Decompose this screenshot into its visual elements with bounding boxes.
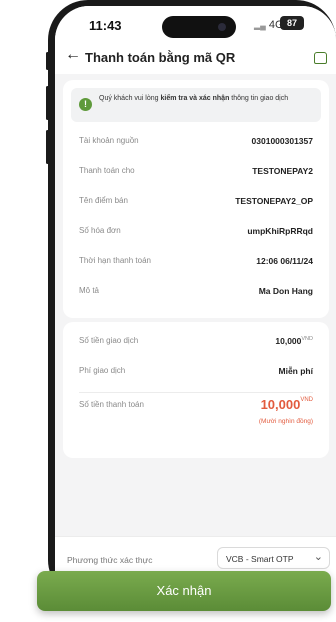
notice-banner: ! Quý khách vui lòng kiểm tra và xác nhậ… [71, 88, 321, 122]
navigation-bar: ← Thanh toán bằng mã QR [55, 42, 336, 74]
detail-row-description: Mô tả Ma Don Hang [79, 286, 313, 300]
page-title: Thanh toán bằng mã QR [85, 50, 236, 65]
detail-row-deadline: Thời hạn thanh toán 12:06 06/11/24 [79, 256, 313, 270]
camera-icon [218, 23, 226, 31]
detail-value: 0301000301357 [251, 136, 313, 146]
detail-label: Tên điểm bán [79, 196, 128, 205]
arrow-left-icon[interactable]: ← [65, 46, 81, 64]
detail-row-payee: Thanh toán cho TESTONEPAY2 [79, 166, 313, 180]
status-bar: 11:43 ▂▄ 4G 87 [55, 6, 336, 42]
battery-icon: 87 [280, 16, 304, 30]
amount-label: Số tiền giao dịch [79, 336, 139, 345]
detail-label: Tài khoản nguồn [79, 136, 139, 145]
detail-label: Thanh toán cho [79, 166, 135, 175]
detail-label: Số hóa đơn [79, 226, 121, 235]
transaction-details-card: ! Quý khách vui lòng kiểm tra và xác nhậ… [63, 80, 329, 318]
total-in-words: (Mười nghìn đồng) [258, 418, 313, 425]
phone-screen: 11:43 ▂▄ 4G 87 ← Thanh toán bằng mã QR !… [55, 6, 336, 598]
home-icon[interactable] [314, 52, 327, 64]
confirm-button[interactable]: Xác nhận [37, 571, 331, 611]
divider [79, 392, 313, 393]
amount-row-transaction: Số tiền giao dịch 10,000VND [79, 336, 313, 350]
auth-method-value: VCB - Smart OTP [226, 554, 294, 564]
fee-label: Phí giao dịch [79, 366, 126, 375]
screenshot-stage: 11:43 ▂▄ 4G 87 ← Thanh toán bằng mã QR !… [0, 0, 336, 622]
detail-row-invoice: Số hóa đơn umpKhiRpRRqd [79, 226, 313, 240]
signal-bars-icon: ▂▄ [254, 21, 266, 30]
amount-row-total: Số tiền thanh toán 10,000VND (Mười nghìn… [79, 397, 313, 440]
detail-row-source-account: Tài khoản nguồn 0301000301357 [79, 136, 313, 150]
detail-value: Ma Don Hang [258, 286, 313, 296]
amount-value: 10,000VND [275, 336, 313, 346]
fee-value: Miễn phí [278, 366, 313, 376]
detail-label: Mô tả [79, 286, 100, 295]
auth-method-select[interactable]: VCB - Smart OTP ⌄ [217, 547, 330, 569]
currency-unit: VND [301, 336, 313, 342]
chevron-down-icon: ⌄ [313, 551, 323, 563]
total-label: Số tiền thanh toán [79, 400, 144, 409]
detail-value: TESTONEPAY2_OP [235, 196, 313, 206]
total-value: 10,000VND [260, 397, 313, 412]
amount-row-fee: Phí giao dịch Miễn phí [79, 366, 313, 380]
amount-card: Số tiền giao dịch 10,000VND Phí giao dịc… [63, 322, 329, 458]
detail-label: Thời hạn thanh toán [79, 256, 151, 265]
auth-method-label: Phương thức xác thực [67, 555, 153, 565]
currency-unit: VND [300, 397, 313, 403]
dynamic-island [162, 16, 236, 38]
notice-text: Quý khách vui lòng kiểm tra và xác nhận … [99, 95, 289, 102]
detail-value: umpKhiRpRRqd [247, 226, 313, 236]
info-icon: ! [79, 98, 92, 111]
status-time: 11:43 [89, 18, 122, 33]
detail-value: TESTONEPAY2 [252, 166, 313, 176]
detail-row-merchant: Tên điểm bán TESTONEPAY2_OP [79, 196, 313, 210]
confirm-button-label: Xác nhận [156, 583, 212, 598]
detail-value: 12:06 06/11/24 [256, 256, 313, 266]
